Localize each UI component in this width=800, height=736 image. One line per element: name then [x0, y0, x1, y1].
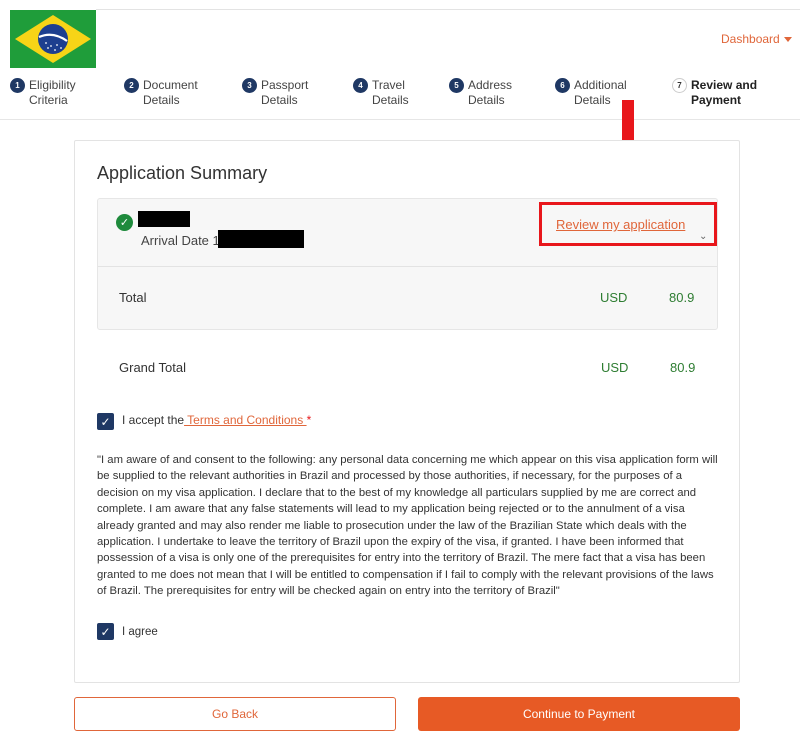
total-amount: 80.9	[669, 290, 695, 305]
arrival-date-label: Arrival Date 1	[141, 233, 220, 248]
step-label: Document Details	[143, 78, 198, 107]
check-circle-icon: ✓	[116, 214, 133, 231]
review-application-link[interactable]: Review my application	[556, 217, 685, 232]
consent-declaration-text: "I am aware of and consent to the follow…	[97, 454, 718, 598]
accept-terms-checkbox[interactable]: ✓	[97, 413, 114, 430]
step-label: Passport Details	[261, 78, 309, 107]
grand-total-label: Grand Total	[119, 360, 186, 375]
redacted-applicant-name	[138, 211, 190, 227]
go-back-button[interactable]: Go Back	[74, 697, 396, 731]
grand-total-amount: 80.9	[670, 360, 696, 375]
total-label: Total	[119, 290, 147, 305]
brazil-flag-logo	[10, 10, 96, 68]
step-document-details[interactable]: 2 Document Details	[124, 78, 233, 108]
agree-checkbox[interactable]: ✓	[97, 623, 114, 640]
step-number: 3	[242, 78, 257, 93]
accept-terms-label: I accept the Terms and Conditions *	[122, 413, 312, 427]
page-title: Application Summary	[97, 163, 268, 183]
redacted-arrival-date	[218, 230, 304, 248]
header-divider	[96, 9, 800, 10]
dashboard-menu[interactable]: Dashboard	[721, 32, 792, 46]
step-number: 6	[555, 78, 570, 93]
step-number: 5	[449, 78, 464, 93]
step-address-details[interactable]: 5 Address Details	[449, 78, 558, 108]
step-label: Address Details	[468, 78, 513, 107]
step-number: 7	[672, 78, 687, 93]
total-currency: USD	[600, 290, 628, 305]
header: Dashboard 1 Eligibility Criteria 2 Docume…	[0, 0, 800, 120]
step-review-and-payment[interactable]: 7 Review and Payment	[672, 78, 781, 108]
step-number: 2	[124, 78, 139, 93]
step-label: Additional Details	[574, 78, 627, 107]
step-passport-details[interactable]: 3 Passport Details	[242, 78, 351, 108]
caret-down-icon	[783, 37, 792, 43]
step-eligibility-criteria[interactable]: 1 Eligibility Criteria	[10, 78, 119, 108]
required-marker: *	[306, 413, 312, 427]
grand-total-currency: USD	[601, 360, 629, 375]
chevron-down-icon[interactable]: ⌄	[699, 231, 707, 242]
continue-to-payment-button[interactable]: Continue to Payment	[418, 697, 740, 731]
agree-label: I agree	[122, 626, 158, 638]
step-label: Eligibility Criteria	[29, 78, 76, 107]
step-number: 1	[10, 78, 25, 93]
terms-and-conditions-link[interactable]: Terms and Conditions	[184, 413, 307, 427]
step-travel-details[interactable]: 4 Travel Details	[353, 78, 462, 108]
dashboard-label: Dashboard	[721, 32, 780, 46]
step-number: 4	[353, 78, 368, 93]
divider	[98, 266, 717, 267]
step-label: Review and Payment	[691, 78, 758, 107]
step-additional-details[interactable]: 6 Additional Details	[555, 78, 664, 108]
annotation-highlight-box: Review my application ⌄	[539, 202, 717, 246]
application-summary-card: Application Summary ✓ Arrival Date 1 Rev…	[74, 140, 740, 683]
summary-panel: ✓ Arrival Date 1 Review my application ⌄…	[97, 198, 718, 330]
